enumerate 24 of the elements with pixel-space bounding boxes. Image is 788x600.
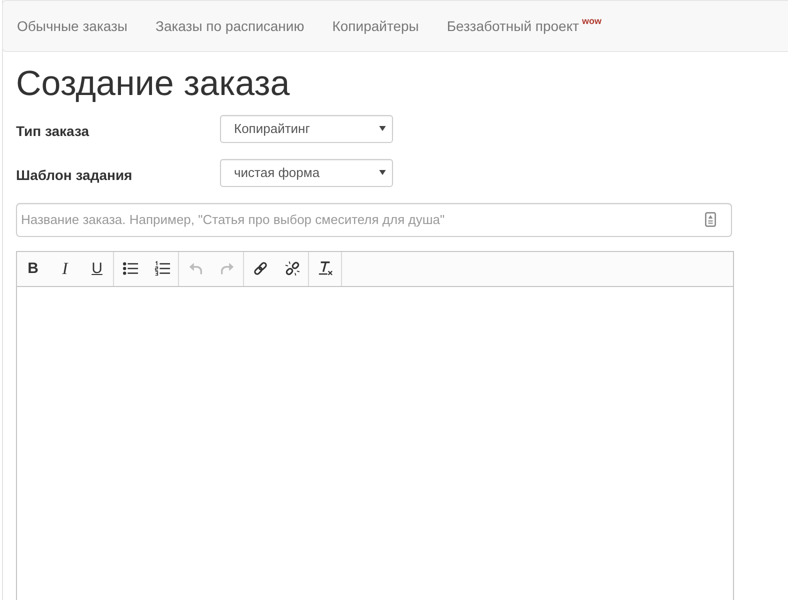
nav-link[interactable]: Заказы по расписанию — [141, 1, 318, 51]
dropdown[interactable]: чистая форма — [220, 158, 393, 186]
caret-icon — [379, 170, 386, 175]
clear-format-icon — [318, 261, 332, 276]
undo-icon — [188, 262, 202, 275]
caret-icon — [379, 126, 386, 131]
numbered-list-icon — [154, 261, 170, 276]
bulleted-list-icon — [122, 261, 138, 276]
order-title-field[interactable]: Название заказа. Например, "Статья про выбор смесителя для душа" — [16, 202, 732, 236]
redo-icon — [220, 262, 234, 275]
dropdown[interactable]: Копирайтинг — [220, 114, 393, 142]
field-label: Тип заказа — [16, 122, 90, 140]
bold-button[interactable]: B — [17, 252, 49, 286]
italic-button[interactable]: I — [49, 252, 81, 286]
page-title: Создание заказа — [16, 65, 291, 104]
document-icon — [705, 212, 716, 226]
nav-link[interactable]: Обычные заказы — [3, 1, 142, 51]
underline-button[interactable]: U — [81, 252, 113, 286]
promo-label: wow — [582, 16, 602, 26]
nav-link[interactable]: Беззаботный проект $^{wow}$ — [432, 1, 616, 51]
chain-link-icon — [252, 261, 268, 276]
broken-chain-icon — [284, 261, 300, 276]
field-label: Шаблон задания — [16, 166, 134, 185]
nav-link[interactable]: Копирайтеры — [318, 1, 433, 51]
